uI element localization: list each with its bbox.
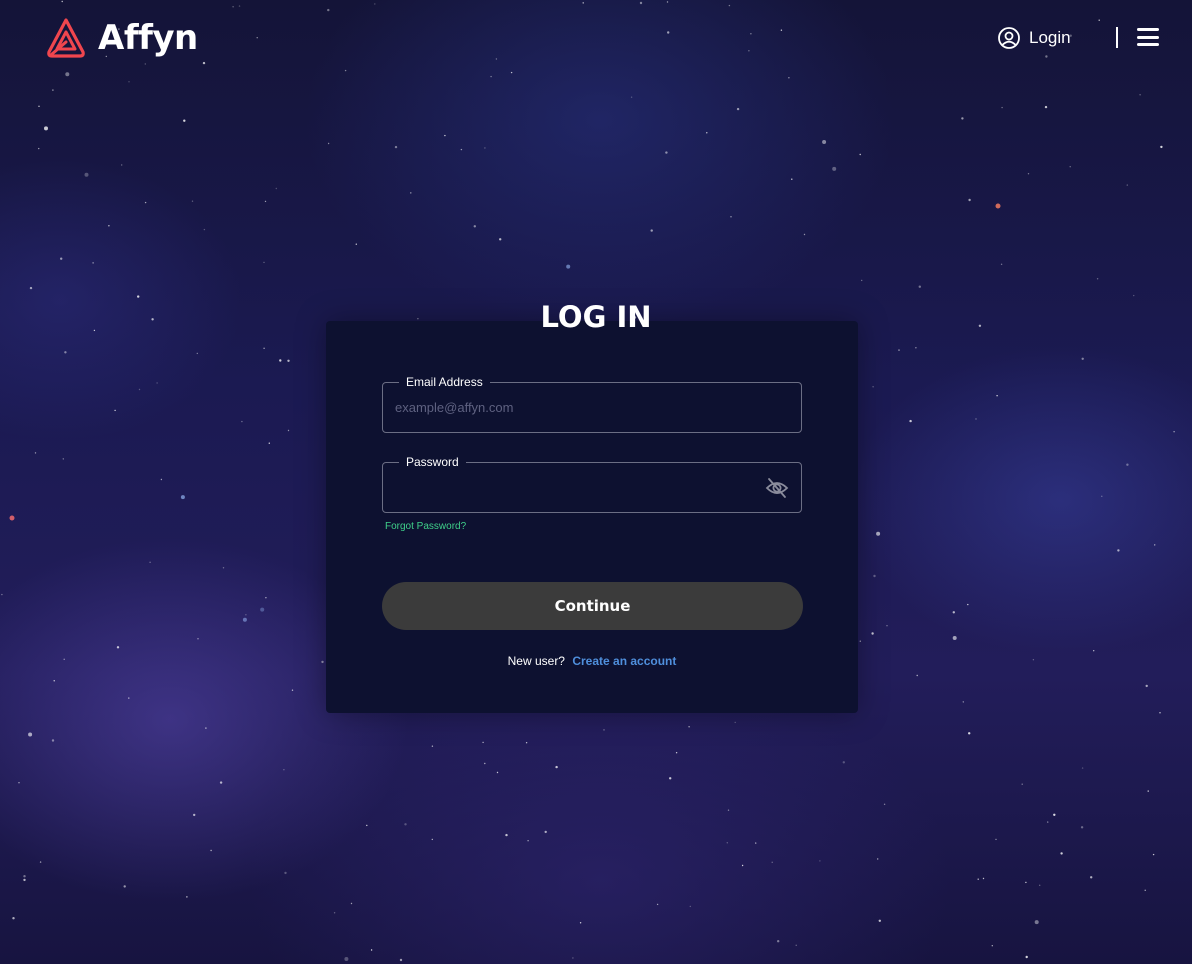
password-field: Password bbox=[382, 454, 802, 513]
login-card: Email Address Password Forgot Password? … bbox=[326, 321, 858, 713]
signup-prompt: New user? Create an account bbox=[326, 654, 858, 668]
email-label: Email Address bbox=[399, 374, 490, 390]
new-user-text: New user? bbox=[507, 654, 565, 668]
password-label: Password bbox=[399, 454, 466, 470]
page-title: LOG IN bbox=[540, 300, 652, 334]
brand-name: Affyn bbox=[98, 18, 198, 58]
email-field: Email Address bbox=[382, 374, 802, 433]
password-input[interactable] bbox=[383, 463, 801, 512]
header-login-link[interactable]: Login bbox=[997, 26, 1071, 50]
header-divider bbox=[1116, 27, 1118, 48]
top-navigation-bar: Affyn Login bbox=[0, 0, 1192, 76]
continue-button[interactable]: Continue bbox=[382, 582, 803, 630]
header-login-label: Login bbox=[1029, 28, 1071, 47]
forgot-password-link[interactable]: Forgot Password? bbox=[385, 521, 466, 532]
brand-logo[interactable]: Affyn bbox=[46, 18, 198, 58]
affyn-logo-icon bbox=[47, 18, 85, 58]
eye-off-icon[interactable] bbox=[765, 477, 789, 499]
hamburger-menu-icon[interactable] bbox=[1137, 26, 1159, 48]
create-account-link[interactable]: Create an account bbox=[572, 654, 676, 668]
user-circle-icon bbox=[998, 27, 1020, 49]
email-input[interactable] bbox=[383, 383, 801, 432]
